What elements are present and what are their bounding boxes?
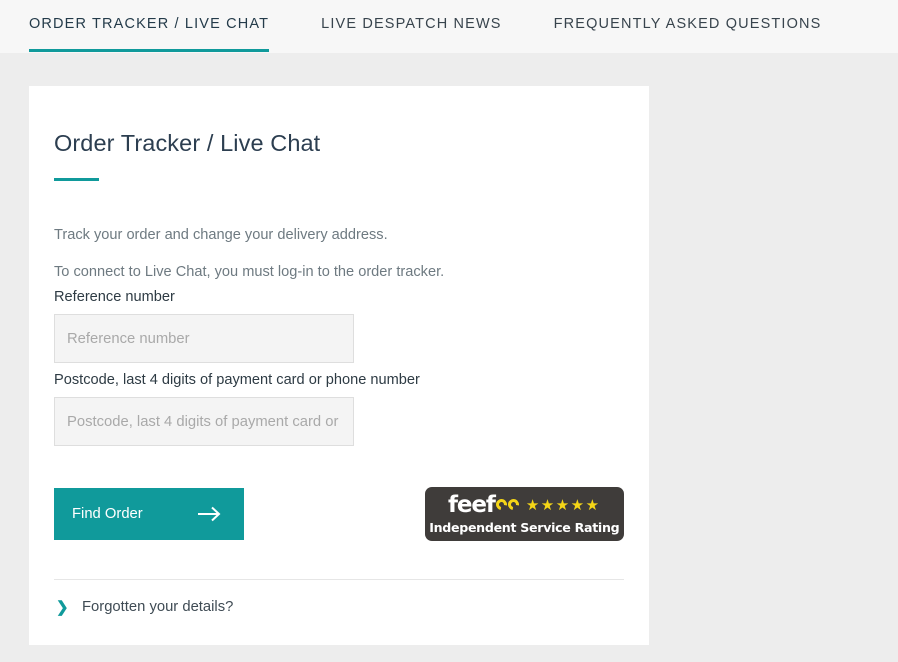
verification-input[interactable] bbox=[54, 397, 354, 446]
feefo-subtitle: Independent Service Rating bbox=[429, 520, 620, 535]
feefo-star-rating: ★★★★★ bbox=[525, 497, 601, 514]
tab-label: LIVE DESPATCH NEWS bbox=[321, 16, 502, 32]
feefo-eyes-icon bbox=[493, 496, 521, 512]
feefo-service-rating-badge[interactable]: feef ★★★★★ Independent Service Rating bbox=[424, 487, 624, 541]
tab-bar: ORDER TRACKER / LIVE CHAT LIVE DESPATCH … bbox=[0, 0, 898, 53]
find-order-button[interactable]: Find Order bbox=[54, 488, 244, 540]
tab-label: ORDER TRACKER / LIVE CHAT bbox=[29, 16, 270, 32]
forgotten-details-link[interactable]: ❯ Forgotten your details? bbox=[54, 598, 624, 616]
forgotten-details-label: Forgotten your details? bbox=[82, 599, 234, 615]
reference-number-input[interactable] bbox=[54, 314, 354, 363]
chevron-right-icon: ❯ bbox=[56, 599, 69, 616]
tab-order-tracker-live-chat[interactable]: ORDER TRACKER / LIVE CHAT bbox=[29, 0, 270, 53]
arrow-right-icon bbox=[197, 506, 223, 522]
page-title: Order Tracker / Live Chat bbox=[54, 130, 321, 156]
tab-frequently-asked-questions[interactable]: FREQUENTLY ASKED QUESTIONS bbox=[554, 0, 822, 53]
card-content: Order Tracker / Live Chat Track your ord… bbox=[29, 86, 649, 616]
intro-text-primary: Track your order and change your deliver… bbox=[54, 227, 388, 243]
actions-row: Find Order feef ★★★★★ Independent Servic… bbox=[54, 487, 624, 541]
tab-list: ORDER TRACKER / LIVE CHAT LIVE DESPATCH … bbox=[29, 0, 822, 53]
intro-text-secondary: To connect to Live Chat, you must log-in… bbox=[54, 264, 445, 280]
feefo-logo-row: feef ★★★★★ bbox=[448, 493, 601, 518]
order-tracker-card: Order Tracker / Live Chat Track your ord… bbox=[29, 86, 649, 645]
tab-label: FREQUENTLY ASKED QUESTIONS bbox=[553, 16, 822, 32]
tab-live-despatch-news[interactable]: LIVE DESPATCH NEWS bbox=[321, 0, 502, 53]
find-order-label: Find Order bbox=[72, 506, 143, 522]
verification-label: Postcode, last 4 digits of payment card … bbox=[54, 372, 420, 388]
feefo-wordmark: feef bbox=[448, 492, 496, 518]
reference-number-label: Reference number bbox=[54, 289, 175, 305]
title-underline-rule bbox=[54, 178, 99, 181]
footer-divider bbox=[54, 579, 624, 580]
